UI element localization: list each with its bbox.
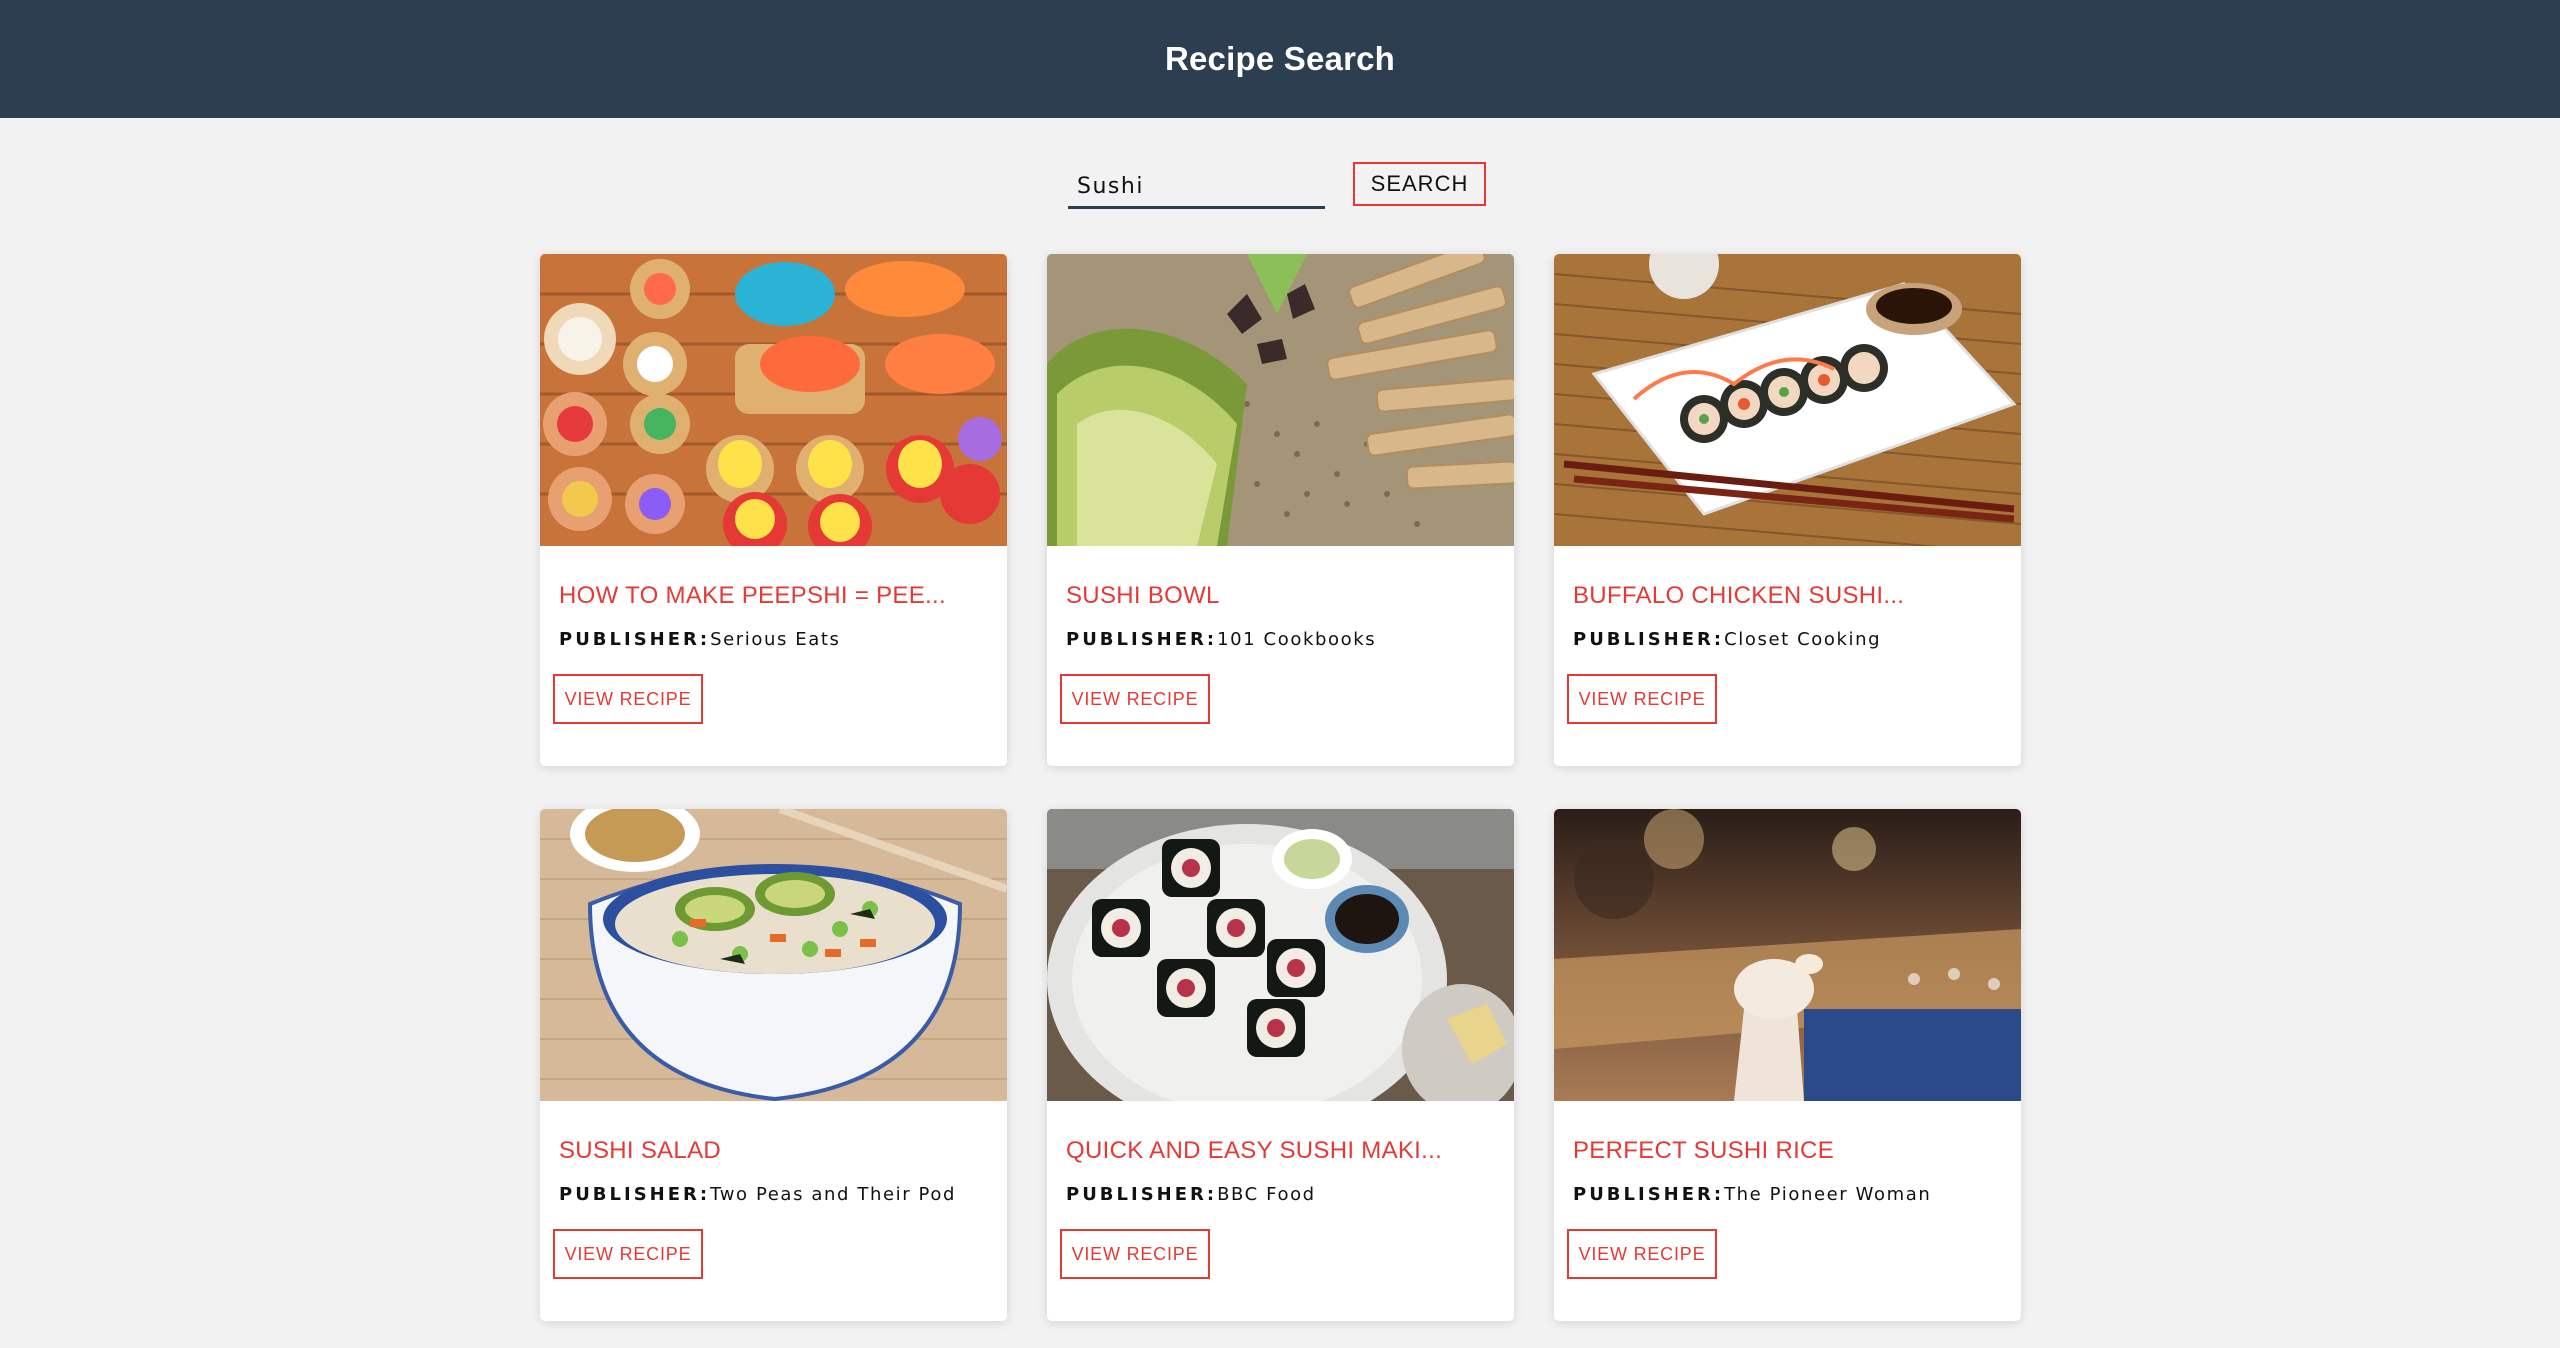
view-recipe-button[interactable]: VIEW RECIPE [1060,674,1210,724]
view-recipe-button[interactable]: VIEW RECIPE [553,674,703,724]
recipe-title: PERFECT SUSHI RICE [1573,1137,1834,1164]
recipe-card: BUFFALO CHICKEN SUSHI... PUBLISHER:Close… [1554,254,2021,766]
recipe-card: SUSHI SALAD PUBLISHER:Two Peas and Their… [540,809,1007,1321]
publisher-label: PUBLISHER: [559,1184,711,1205]
recipe-card: SUSHI BOWL PUBLISHER:101 Cookbooks VIEW … [1047,254,1514,766]
publisher-label: PUBLISHER: [559,629,711,650]
recipe-publisher: PUBLISHER:Closet Cooking [1573,629,1881,650]
recipe-publisher: PUBLISHER:101 Cookbooks [1066,629,1376,650]
recipe-card: PERFECT SUSHI RICE PUBLISHER:The Pioneer… [1554,809,2021,1321]
view-recipe-button[interactable]: VIEW RECIPE [1567,1229,1717,1279]
recipe-card: HOW TO MAKE PEEPSHI = PEE... PUBLISHER:S… [540,254,1007,766]
publisher-label: PUBLISHER: [1573,629,1725,650]
search-input[interactable] [1068,163,1325,209]
recipe-image [540,254,1007,546]
recipe-card: QUICK AND EASY SUSHI MAKI... PUBLISHER:B… [1047,809,1514,1321]
page-title: Recipe Search [1164,40,1396,77]
recipe-title: HOW TO MAKE PEEPSHI = PEE... [559,582,946,609]
recipe-title: QUICK AND EASY SUSHI MAKI... [1066,1137,1443,1164]
recipe-image [540,809,1007,1101]
view-recipe-button[interactable]: VIEW RECIPE [1567,674,1717,724]
search-button[interactable]: SEARCH [1353,162,1486,206]
recipe-title: BUFFALO CHICKEN SUSHI... [1573,582,1905,609]
app-header: Recipe Search [0,0,2560,118]
recipe-image [1554,254,2021,546]
publisher-name: Serious Eats [710,629,841,650]
recipe-title: SUSHI BOWL [1066,582,1220,609]
recipe-image [1554,809,2021,1101]
recipe-publisher: PUBLISHER:The Pioneer Woman [1573,1184,1931,1205]
recipe-image [1047,254,1514,546]
publisher-label: PUBLISHER: [1066,1184,1218,1205]
publisher-name: BBC Food [1217,1184,1316,1205]
publisher-name: Closet Cooking [1724,629,1882,650]
publisher-label: PUBLISHER: [1066,629,1218,650]
recipe-publisher: PUBLISHER:BBC Food [1066,1184,1316,1205]
publisher-name: The Pioneer Woman [1724,1184,1932,1205]
publisher-name: Two Peas and Their Pod [710,1184,957,1205]
recipe-publisher: PUBLISHER:Two Peas and Their Pod [559,1184,956,1205]
view-recipe-button[interactable]: VIEW RECIPE [1060,1229,1210,1279]
publisher-name: 101 Cookbooks [1217,629,1377,650]
recipe-image [1047,809,1514,1101]
view-recipe-button[interactable]: VIEW RECIPE [553,1229,703,1279]
recipe-title: SUSHI SALAD [559,1137,722,1164]
publisher-label: PUBLISHER: [1573,1184,1725,1205]
recipe-publisher: PUBLISHER:Serious Eats [559,629,841,650]
search-form: SEARCH [0,160,2560,210]
